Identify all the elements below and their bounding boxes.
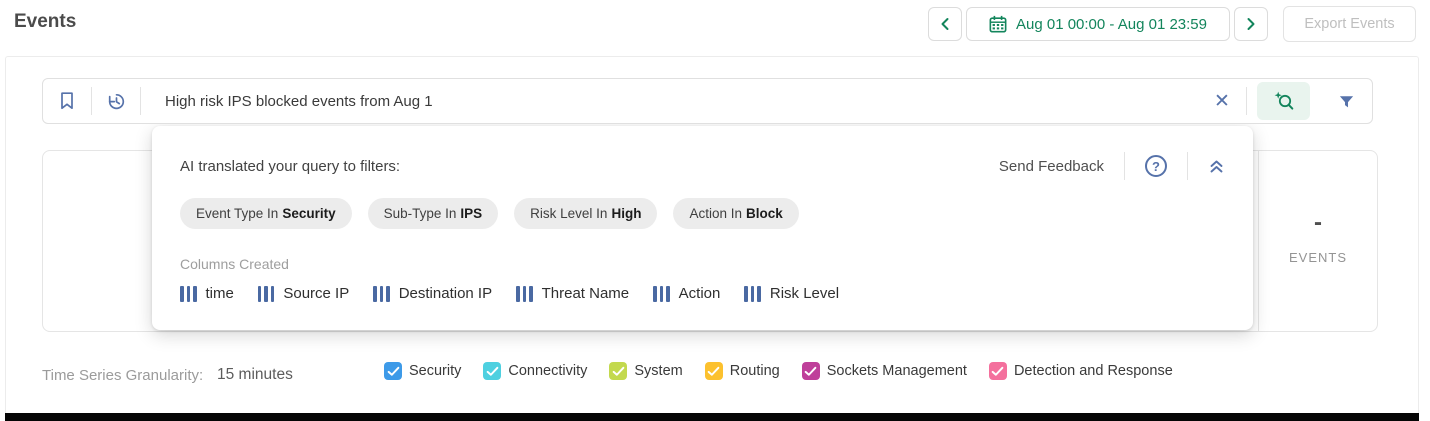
checkbox-checked-icon xyxy=(988,362,1007,380)
category-checkbox-system[interactable]: System xyxy=(609,362,683,380)
category-checkbox-routing[interactable]: Routing xyxy=(704,362,780,380)
checkbox-checked-icon xyxy=(483,362,502,380)
column-icon xyxy=(653,285,670,302)
chevron-left-icon xyxy=(939,17,951,31)
ai-search-button[interactable] xyxy=(1257,82,1310,120)
search-input[interactable] xyxy=(141,92,1198,110)
divider xyxy=(1187,152,1188,180)
category-checkbox-detection-and-response[interactable]: Detection and Response xyxy=(988,362,1173,380)
filter-button[interactable] xyxy=(1320,79,1372,123)
column-icon xyxy=(180,285,197,302)
ai-translation-panel: AI translated your query to filters: Sen… xyxy=(152,126,1253,330)
column-chip[interactable]: Destination IP xyxy=(373,285,492,302)
history-icon xyxy=(106,91,127,112)
collapse-panel-button[interactable] xyxy=(1208,158,1225,175)
calendar-icon xyxy=(989,15,1007,33)
category-checkbox-connectivity[interactable]: Connectivity xyxy=(483,362,587,380)
checkbox-checked-icon xyxy=(801,362,820,380)
filter-chip[interactable]: Sub-Type In IPS xyxy=(367,198,499,229)
next-date-range-button[interactable] xyxy=(1234,7,1268,41)
checkbox-checked-icon xyxy=(609,362,628,380)
help-icon[interactable]: ? xyxy=(1145,155,1167,177)
events-count-value: - xyxy=(1314,208,1322,236)
column-chip[interactable]: Threat Name xyxy=(516,285,629,302)
events-count-box: - EVENTS xyxy=(1258,151,1377,331)
filter-icon xyxy=(1338,93,1355,110)
double-chevron-up-icon xyxy=(1210,160,1223,172)
filter-chip[interactable]: Risk Level In High xyxy=(514,198,658,229)
column-chip[interactable]: Action xyxy=(653,285,720,302)
close-icon: ✕ xyxy=(1214,90,1230,112)
filter-chips-row: Event Type In Security Sub-Type In IPS Ris… xyxy=(180,198,1225,229)
saved-queries-button[interactable] xyxy=(43,79,91,123)
events-page: Events Aug 01 00:00 - Aug 01 23:59 Expor… xyxy=(0,0,1430,421)
column-chip[interactable]: time xyxy=(180,285,234,302)
bookmark-icon xyxy=(58,91,76,111)
chevron-right-icon xyxy=(1245,17,1257,31)
filter-chip[interactable]: Event Type In Security xyxy=(180,198,352,229)
checkbox-checked-icon xyxy=(704,362,723,380)
date-range-label: Aug 01 00:00 - Aug 01 23:59 xyxy=(1016,15,1207,33)
ai-search-icon xyxy=(1273,90,1295,112)
divider xyxy=(1124,152,1125,180)
column-icon xyxy=(257,285,275,302)
search-bar: ✕ xyxy=(42,78,1373,124)
events-count-label: EVENTS xyxy=(1288,249,1347,265)
category-checkbox-row: Security Connectivity System Routing Soc… xyxy=(384,362,1173,380)
clear-query-button[interactable]: ✕ xyxy=(1198,79,1246,123)
page-title: Events xyxy=(14,11,77,32)
category-checkbox-sockets-management[interactable]: Sockets Management xyxy=(801,362,967,380)
previous-date-range-button[interactable] xyxy=(928,7,962,41)
ai-panel-title: AI translated your query to filters: xyxy=(180,157,401,175)
export-events-button[interactable]: Export Events xyxy=(1283,6,1416,42)
granularity-label: Time Series Granularity: xyxy=(42,367,204,384)
divider xyxy=(1246,87,1247,115)
column-chip[interactable]: Risk Level xyxy=(744,285,839,302)
bottom-black-bar xyxy=(5,413,1419,421)
columns-created-label: Columns Created xyxy=(180,256,289,272)
column-icon xyxy=(516,285,533,302)
checkbox-checked-icon xyxy=(384,362,402,380)
send-feedback-link[interactable]: Send Feedback xyxy=(999,158,1104,175)
column-chip[interactable]: Source IP xyxy=(257,285,349,302)
granularity-value[interactable]: 15 minutes xyxy=(217,366,293,384)
column-icon xyxy=(373,285,390,302)
column-icon xyxy=(744,285,761,302)
filter-chip[interactable]: Action In Block xyxy=(673,198,799,229)
query-history-button[interactable] xyxy=(92,79,140,123)
columns-created-row: time Source IP Destination IP Threat Nam… xyxy=(180,285,1225,302)
category-checkbox-security[interactable]: Security xyxy=(384,362,461,380)
date-range-picker[interactable]: Aug 01 00:00 - Aug 01 23:59 xyxy=(966,7,1230,41)
